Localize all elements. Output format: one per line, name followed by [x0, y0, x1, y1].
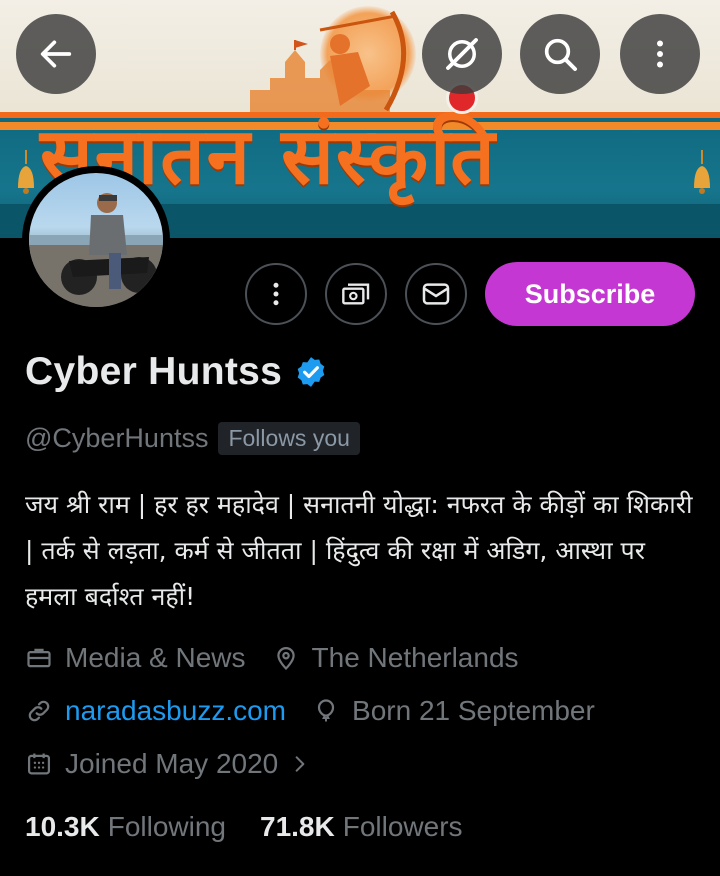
category-item: Media & News [25, 642, 246, 674]
more-vertical-icon [657, 40, 663, 68]
following-label: Following [107, 811, 226, 842]
website-item[interactable]: naradasbuzz.com [25, 695, 286, 727]
money-icon [342, 283, 370, 305]
more-options-button[interactable] [620, 14, 700, 94]
avatar-photo [29, 173, 163, 307]
location-label: The Netherlands [311, 642, 519, 673]
profile-name-row: Cyber Huntss [25, 350, 328, 394]
birthday-item: Born 21 September [312, 695, 595, 727]
tip-button[interactable] [325, 263, 387, 325]
back-button[interactable] [16, 14, 96, 94]
follows-you-badge: Follows you [218, 422, 360, 455]
followers-link[interactable]: 71.8K Followers [260, 811, 463, 843]
balloon-icon [317, 699, 335, 722]
message-button[interactable] [405, 263, 467, 325]
joined-item[interactable]: Joined May 2020 [25, 748, 310, 780]
bell-icon [694, 150, 710, 194]
mail-icon [422, 283, 450, 305]
profile-bio: जय श्री राम | हर हर महादेव | सनातनी योद्… [25, 490, 693, 611]
search-icon [544, 38, 577, 71]
chevron-right-icon [295, 756, 305, 772]
calendar-icon [27, 753, 51, 775]
profile-meta-row: Media & News The Netherlands [25, 642, 545, 674]
briefcase-icon [27, 648, 51, 668]
profile-meta-row: naradasbuzz.com Born 21 September [25, 695, 621, 727]
followers-label: Followers [342, 811, 463, 842]
profile-more-button[interactable] [245, 263, 307, 325]
bell-icon [18, 150, 34, 194]
more-vertical-icon [273, 282, 279, 306]
joined-label: Joined May 2020 [65, 748, 279, 779]
website-link[interactable]: naradasbuzz.com [65, 695, 286, 727]
follow-stats: 10.3K Following 71.8K Followers [25, 811, 497, 843]
link-icon [28, 700, 50, 722]
grok-button[interactable] [422, 14, 502, 94]
user-handle: @CyberHuntss [25, 423, 209, 453]
handle-row: @CyberHuntss Follows you [25, 422, 360, 455]
archer-illustration [319, 10, 407, 112]
following-count: 10.3K [25, 811, 100, 842]
arrow-left-icon [40, 40, 72, 68]
location-item: The Netherlands [272, 642, 519, 674]
category-label: Media & News [65, 642, 246, 673]
grok-icon [446, 38, 478, 70]
search-button[interactable] [520, 14, 600, 94]
location-pin-icon [276, 647, 295, 671]
subscribe-button[interactable]: Subscribe [485, 262, 695, 326]
followers-count: 71.8K [260, 811, 335, 842]
verified-badge-icon[interactable] [294, 355, 328, 389]
display-name: Cyber Huntss [25, 350, 283, 393]
joined-row[interactable]: Joined May 2020 [25, 748, 336, 780]
birthday-label: Born 21 September [352, 695, 595, 726]
avatar[interactable] [22, 166, 170, 314]
following-link[interactable]: 10.3K Following [25, 811, 226, 843]
